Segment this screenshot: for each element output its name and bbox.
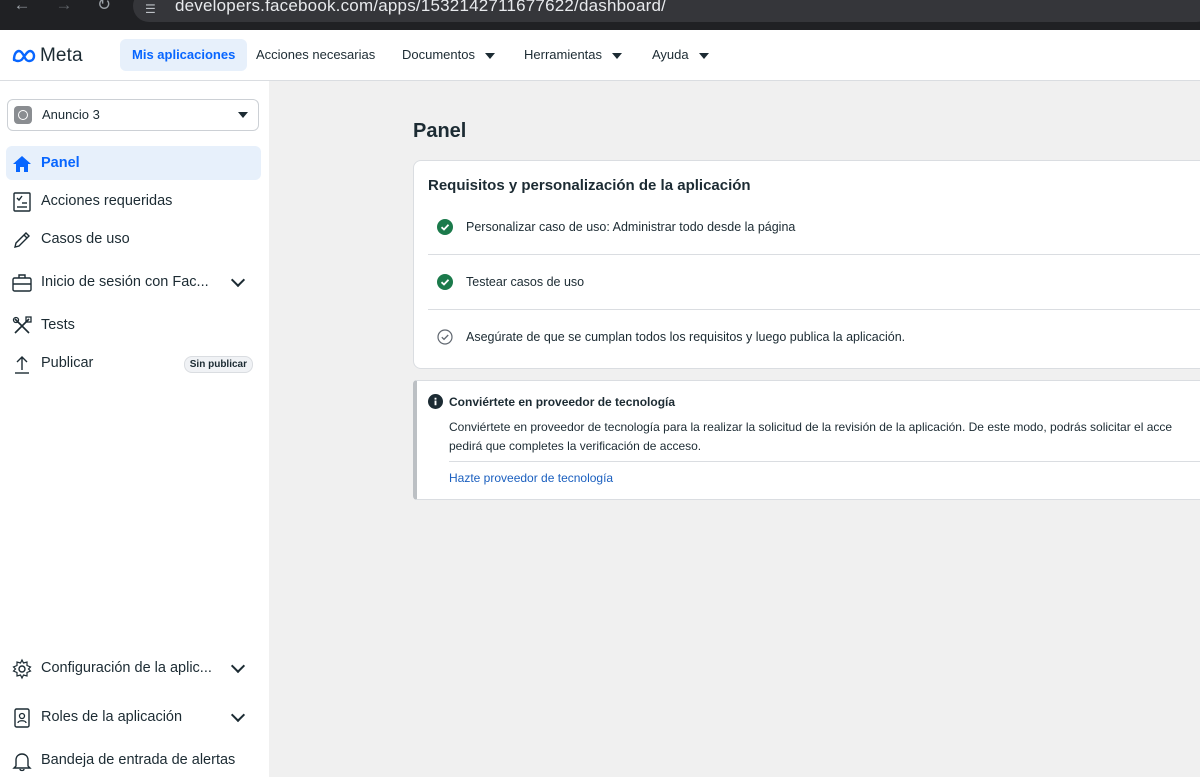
- gear-icon: [12, 658, 32, 680]
- nav-required-actions[interactable]: Acciones necesarias: [244, 39, 387, 71]
- sidebar: Anuncio 3 Panel Acciones requeridas Caso…: [0, 81, 269, 777]
- nav-help[interactable]: Ayuda: [640, 39, 721, 71]
- reload-icon[interactable]: ↻: [92, 0, 116, 20]
- divider: [449, 461, 1200, 462]
- app-gear-icon: [14, 106, 32, 124]
- check-circle-outline-icon: [437, 329, 453, 345]
- check-circle-filled-icon: [437, 219, 453, 235]
- pencil-icon: [14, 232, 30, 248]
- nav-help-label: Ayuda: [652, 47, 689, 62]
- app-selector-label: Anuncio 3: [42, 107, 100, 122]
- top-nav: Meta Mis aplicaciones Acciones necesaria…: [0, 30, 1200, 81]
- address-bar[interactable]: ☰ developers.facebook.com/apps/153214271…: [133, 0, 1200, 22]
- status-badge: Sin publicar: [183, 356, 253, 373]
- divider: [428, 309, 1200, 310]
- notice-body-line: Conviértete en proveedor de tecnología p…: [449, 420, 1173, 434]
- notice-body: Conviértete en proveedor de tecnología p…: [449, 418, 1200, 456]
- chevron-down-icon: [698, 52, 709, 59]
- chevron-down-icon: [484, 52, 495, 59]
- sidebar-item-required-actions[interactable]: Acciones requeridas: [6, 184, 261, 218]
- requirement-item[interactable]: Personalizar caso de uso: Administrar to…: [414, 219, 1200, 273]
- browser-toolbar: ← → ↻ ☰ developers.facebook.com/apps/153…: [0, 0, 1200, 30]
- url-text: developers.facebook.com/apps/15321427116…: [175, 0, 667, 15]
- sidebar-item-panel[interactable]: Panel: [6, 146, 261, 180]
- page-title: Panel: [413, 120, 467, 142]
- nav-docs-label: Documentos: [402, 47, 475, 62]
- sidebar-item-label: Bandeja de entrada de alertas: [41, 752, 236, 768]
- meta-logo[interactable]: Meta: [12, 45, 83, 67]
- nav-tools[interactable]: Herramientas: [512, 39, 634, 71]
- tools-icon: [12, 316, 32, 334]
- upload-icon: [15, 356, 29, 374]
- sidebar-item-label: Acciones requeridas: [41, 193, 173, 209]
- sidebar-item-label: Casos de uso: [41, 231, 130, 247]
- chevron-down-icon[interactable]: [230, 658, 246, 674]
- check-circle-filled-icon: [437, 274, 453, 290]
- requirements-card: Requisitos y personalización de la aplic…: [413, 160, 1200, 369]
- sidebar-item-label: Configuración de la aplic...: [41, 660, 212, 676]
- notice-title: Conviértete en proveedor de tecnología: [449, 395, 676, 409]
- app-selector[interactable]: Anuncio 3: [7, 99, 259, 131]
- tech-provider-notice: Conviértete en proveedor de tecnología C…: [413, 380, 1200, 500]
- sidebar-item-app-roles[interactable]: Roles de la aplicación: [6, 700, 261, 734]
- become-tech-provider-link[interactable]: Hazte proveedor de tecnología: [449, 471, 613, 485]
- requirement-item[interactable]: Testear casos de uso: [414, 274, 1200, 328]
- sidebar-item-label: Tests: [41, 317, 75, 333]
- chevron-down-icon[interactable]: [230, 707, 246, 723]
- sidebar-item-publish[interactable]: Publicar Sin publicar: [6, 346, 261, 380]
- sidebar-item-facebook-login[interactable]: Inicio de sesión con Fac...: [6, 265, 261, 299]
- sidebar-item-label: Publicar: [41, 355, 94, 371]
- sidebar-item-alerts-inbox[interactable]: Bandeja de entrada de alertas: [6, 743, 261, 777]
- sidebar-item-label: Panel: [41, 155, 80, 171]
- bell-icon: [12, 753, 32, 772]
- forward-icon[interactable]: →: [52, 0, 76, 20]
- sidebar-item-label: Roles de la aplicación: [41, 709, 183, 725]
- logo-text: Meta: [40, 45, 83, 66]
- nav-required-actions-label: Acciones necesarias: [256, 47, 376, 62]
- info-icon: [428, 394, 443, 409]
- briefcase-icon: [12, 274, 32, 292]
- requirement-label: Testear casos de uso: [466, 275, 585, 289]
- requirements-title: Requisitos y personalización de la aplic…: [428, 177, 751, 194]
- sidebar-item-app-settings[interactable]: Configuración de la aplic...: [6, 651, 261, 685]
- requirement-label: Asegúrate de que se cumplan todos los re…: [466, 330, 906, 344]
- nav-my-apps-label: Mis aplicaciones: [132, 47, 236, 62]
- nav-my-apps[interactable]: Mis aplicaciones: [120, 39, 248, 71]
- home-icon: [13, 156, 31, 172]
- notice-body-line: pedirá que completes la verificación de …: [449, 439, 702, 453]
- chevron-down-icon[interactable]: [230, 272, 246, 288]
- sidebar-item-use-cases[interactable]: Casos de uso: [6, 222, 261, 256]
- sidebar-item-tests[interactable]: Tests: [6, 308, 261, 342]
- chevron-down-icon: [238, 112, 248, 118]
- nav-tools-label: Herramientas: [524, 47, 603, 62]
- sidebar-item-label: Inicio de sesión con Fac...: [41, 274, 209, 290]
- checklist-icon: [13, 192, 31, 212]
- site-settings-icon[interactable]: ☰: [145, 2, 161, 16]
- requirement-label: Personalizar caso de uso: Administrar to…: [466, 220, 796, 234]
- user-badge-icon: [14, 708, 30, 728]
- back-icon[interactable]: ←: [10, 0, 34, 20]
- meta-infinity-icon: [12, 49, 36, 63]
- chevron-down-icon: [612, 52, 623, 59]
- requirement-item[interactable]: Asegúrate de que se cumplan todos los re…: [414, 329, 1200, 383]
- divider: [428, 254, 1200, 255]
- nav-docs[interactable]: Documentos: [390, 39, 507, 71]
